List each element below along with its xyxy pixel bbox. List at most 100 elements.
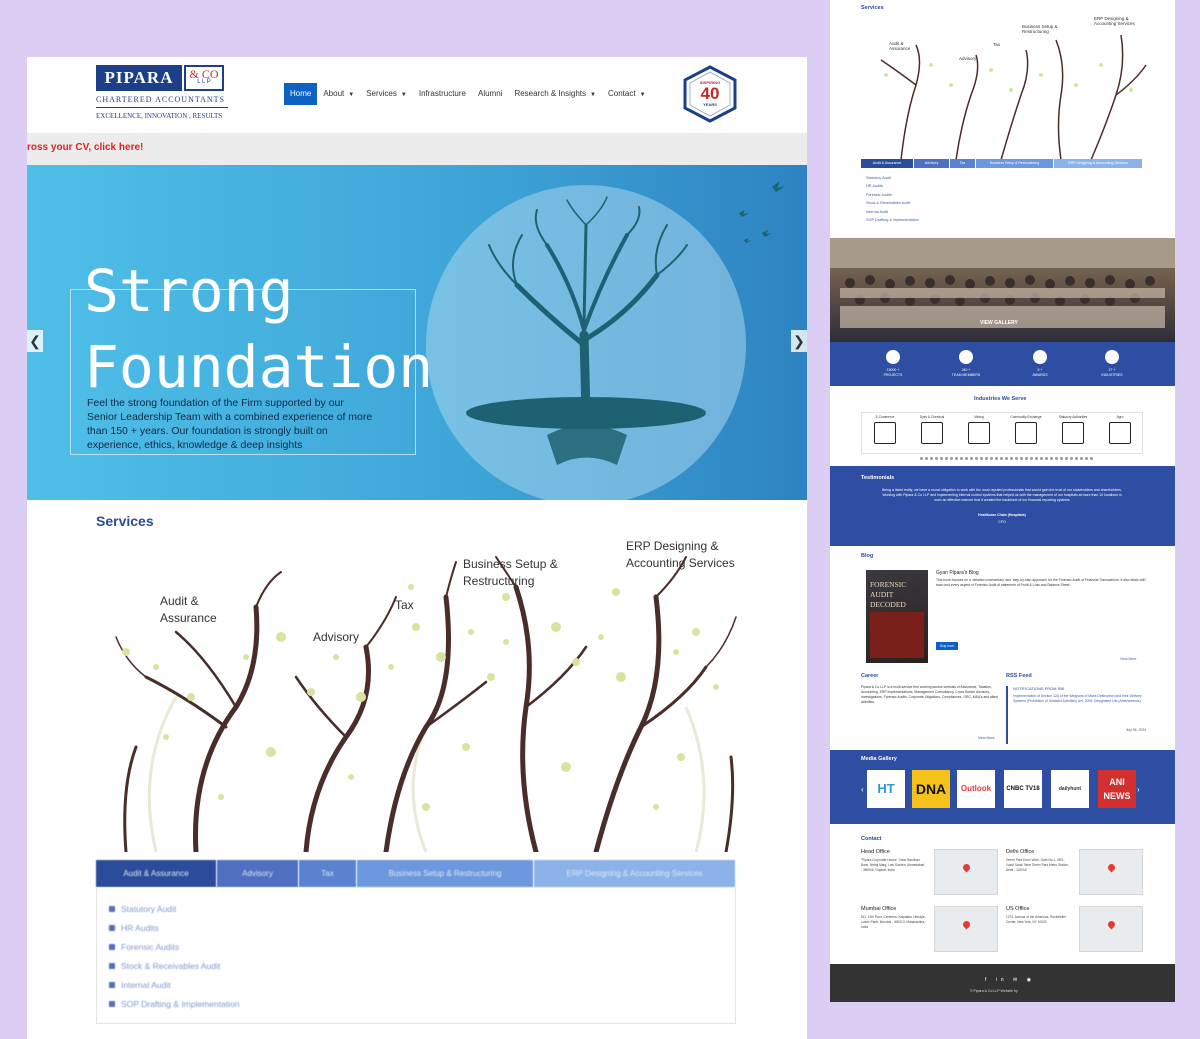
nav-label: Research & Insights xyxy=(514,89,587,98)
industry-item[interactable]: Commodity Exchange xyxy=(1006,415,1046,444)
mini-label-business-setup[interactable]: Business Setup & Restructuring xyxy=(1022,24,1058,34)
industry-label: E-Commerce xyxy=(875,415,895,419)
buy-now-button[interactable]: Buy now xyxy=(936,642,958,650)
chevron-right-icon: ❯ xyxy=(793,333,805,349)
tree-label-advisory[interactable]: Advisory xyxy=(313,629,359,646)
industry-label: Dyes & Chemical xyxy=(919,415,945,419)
tab-business-setup[interactable]: Business Setup & Restructuring xyxy=(357,860,534,887)
nav-services[interactable]: Services ▼ xyxy=(360,83,413,105)
book-cover-image[interactable]: FORENSIC AUDIT DECODED xyxy=(866,570,928,663)
mini-label-tax[interactable]: Tax xyxy=(993,42,1000,47)
mini-label-audit[interactable]: Audit & Assurance xyxy=(889,41,910,51)
team-photo-gallery[interactable]: VIEW GALLERY xyxy=(830,238,1175,342)
industry-item[interactable]: Dyes & Chemical xyxy=(912,415,952,444)
blog-text: This book focuses on a 'detailed comment… xyxy=(936,578,1146,587)
industry-item[interactable]: Statutory Authorities xyxy=(1053,415,1093,444)
tree-label-audit[interactable]: Audit & Assurance xyxy=(160,593,217,627)
mini-list-item[interactable]: Stock & Receivables Audit xyxy=(866,201,910,205)
mini-tab-tax[interactable]: Tax xyxy=(950,159,976,168)
rss-item-date: July 06, 2024 xyxy=(1125,728,1146,732)
media-logo-dna[interactable]: DNA xyxy=(912,770,950,808)
industry-label: Statutory Authorities xyxy=(1058,415,1088,419)
mini-label-advisory[interactable]: Advisory xyxy=(959,56,976,61)
site-footer: f in ✉ ◉ © Pipara & Co LLP Website by xyxy=(830,964,1175,1002)
services-tab-panel: Statutory Audit HR Audits Forensic Audit… xyxy=(96,887,736,1024)
nav-home[interactable]: Home xyxy=(284,83,318,105)
tree-label-tax[interactable]: Tax xyxy=(395,597,414,614)
tab-advisory[interactable]: Advisory xyxy=(217,860,299,887)
testimonial-author: Healthcare Chain (Hospitals) xyxy=(978,513,1026,517)
media-logo-cnbc[interactable]: CNBC TV18 xyxy=(1004,770,1042,808)
nav-research[interactable]: Research & Insights ▼ xyxy=(508,83,602,105)
mini-list-item[interactable]: Statutory Audit xyxy=(866,176,891,180)
industry-item[interactable]: Agro xyxy=(1100,415,1140,444)
blog-view-more-link[interactable]: View More xyxy=(1120,657,1136,661)
mumbai-office-map[interactable] xyxy=(934,906,998,952)
logo-tagline: EXCELLENCE, INNOVATION , RESULTS xyxy=(96,112,223,120)
mini-tab-erp[interactable]: ERP Designing & Accounting Services xyxy=(1054,159,1143,168)
media-logo-ht[interactable]: HT xyxy=(867,770,905,808)
list-item[interactable]: Statutory Audit xyxy=(109,900,735,919)
badge-number: 40 xyxy=(700,84,720,103)
mini-list-item[interactable]: SOP Drafting & Implementation xyxy=(866,218,919,222)
nav-alumni[interactable]: Alumni xyxy=(472,83,508,105)
tree-label-business-setup[interactable]: Business Setup & Restructuring xyxy=(463,556,558,590)
media-logo-outlook[interactable]: Outlook xyxy=(957,770,995,808)
list-item[interactable]: Stock & Receivables Audit xyxy=(109,957,735,976)
head-office-map[interactable] xyxy=(934,849,998,895)
mini-list-item[interactable]: Forensic Audits xyxy=(866,193,892,197)
list-item[interactable]: HR Audits xyxy=(109,919,735,938)
mini-tab-advisory[interactable]: Advisory xyxy=(914,159,950,168)
stat-awards: 9 + AWARDS xyxy=(1015,350,1065,378)
nav-infrastructure[interactable]: Infrastructure xyxy=(413,83,472,105)
site-header: PIPARA & CO L L P CHARTERED ACCOUNTANTS … xyxy=(27,57,807,133)
media-logo-dailyhunt[interactable]: dailyhunt xyxy=(1051,770,1089,808)
hero-title: Strong Foundation xyxy=(84,257,434,401)
career-view-more-link[interactable]: View More xyxy=(978,736,994,740)
site-logo[interactable]: PIPARA & CO L L P CHARTERED ACCOUNTANTS … xyxy=(96,65,228,123)
mini-list-item[interactable]: Internal Audit xyxy=(866,210,888,214)
caret-down-icon: ▼ xyxy=(590,92,596,98)
us-office-map[interactable] xyxy=(1079,906,1143,952)
office-address: "Pipara Corporate House", Near Bandhan B… xyxy=(861,858,925,872)
chevron-right-icon[interactable]: › xyxy=(1137,785,1140,794)
news-ticker[interactable]: ross your CV, click here! xyxy=(27,133,807,165)
tab-erp[interactable]: ERP Designing & Accounting Services xyxy=(534,860,736,887)
chemical-flask-icon xyxy=(921,422,943,444)
services-tabs: Audit & Assurance Advisory Tax Business … xyxy=(96,860,736,887)
ticker-text[interactable]: ross your CV, click here! xyxy=(27,142,143,153)
mini-label-erp[interactable]: ERP Designing & Accounting Services xyxy=(1094,16,1135,26)
industry-label: Agro xyxy=(1116,415,1124,419)
main-nav: Home About ▼ Services ▼ Infrastructure Alu… xyxy=(284,83,652,105)
chevron-left-icon[interactable]: ‹ xyxy=(861,785,864,794)
industry-label: Commodity Exchange xyxy=(1010,415,1042,419)
industry-item[interactable]: E-Commerce xyxy=(865,415,905,444)
rss-item-title[interactable]: NOTIFICATIONS FROM RBI xyxy=(1013,686,1146,691)
social-icons[interactable]: f in ✉ ◉ xyxy=(985,977,1035,983)
media-logo-ani[interactable]: ANI NEWS xyxy=(1098,770,1136,808)
mini-tab-audit[interactable]: Audit & Assurance xyxy=(861,159,914,168)
mini-list-item[interactable]: HR Audits xyxy=(866,184,883,188)
tab-tax[interactable]: Tax xyxy=(299,860,357,887)
list-item[interactable]: Forensic Audits xyxy=(109,938,735,957)
mini-tab-business[interactable]: Business Setup & Restructuring xyxy=(976,159,1054,168)
slider-next-arrow[interactable]: ❯ xyxy=(791,330,807,352)
nav-label: Alumni xyxy=(477,89,503,98)
main-page-preview: PIPARA & CO L L P CHARTERED ACCOUNTANTS … xyxy=(27,57,807,1039)
list-item[interactable]: SOP Drafting & Implementation xyxy=(109,995,735,1014)
stat-projects: 15000 + PROJECTS xyxy=(868,350,918,378)
nav-about[interactable]: About ▼ xyxy=(317,83,360,105)
nav-contact[interactable]: Contact ▼ xyxy=(602,83,652,105)
industry-item[interactable]: Mining xyxy=(959,415,999,444)
slider-prev-arrow[interactable]: ❮ xyxy=(27,330,43,352)
view-gallery-link[interactable]: VIEW GALLERY xyxy=(980,320,1018,326)
tab-audit-assurance[interactable]: Audit & Assurance xyxy=(96,860,217,887)
testimonials-section: Testimonials Being a listed entity, we h… xyxy=(830,466,1175,546)
rss-item-text[interactable]: Implementation of Section 12A of the Wea… xyxy=(1013,694,1146,704)
tree-label-erp[interactable]: ERP Designing & Accounting Services xyxy=(626,538,735,572)
services-heading: Services xyxy=(96,513,154,529)
mining-worker-icon xyxy=(968,422,990,444)
list-item[interactable]: Internal Audit xyxy=(109,976,735,995)
delhi-office-map[interactable] xyxy=(1079,849,1143,895)
industries-carousel-dots[interactable] xyxy=(920,457,1093,460)
